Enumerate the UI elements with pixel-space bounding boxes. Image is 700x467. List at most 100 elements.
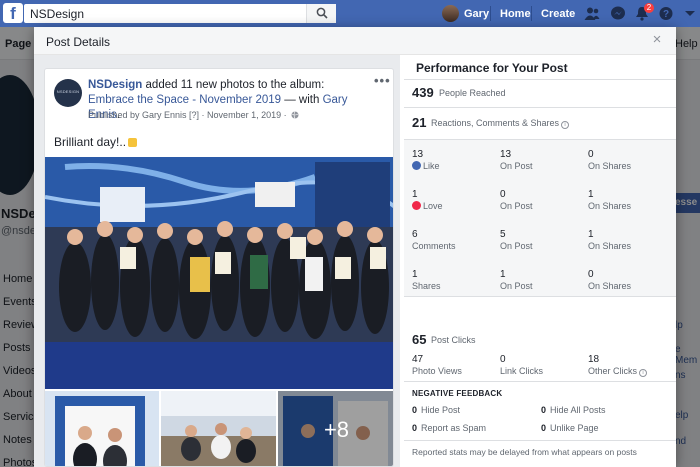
other-clicks-label-text: Other Clicks: [588, 366, 638, 376]
love-label: Love: [412, 201, 443, 211]
messenger-icon[interactable]: [610, 6, 626, 21]
post-clicks-count: 65: [412, 332, 427, 347]
love-on-post-count: 0: [500, 189, 506, 200]
hide-all-posts-count: 0: [541, 405, 547, 415]
home-link[interactable]: Home: [500, 8, 531, 20]
reactions-count: 21: [412, 115, 427, 130]
search-input[interactable]: NSDesign: [24, 4, 336, 23]
thumbnail-illustration: [45, 391, 159, 466]
post-text: Brilliant day!..: [54, 135, 138, 149]
thumbnail-illustration: [161, 391, 276, 466]
info-icon[interactable]: i: [561, 121, 570, 129]
on-post-label: On Post: [500, 281, 533, 291]
like-label-text: Like: [423, 161, 440, 171]
link-clicks-label: Link Clicks: [500, 366, 544, 376]
report-spam-label: Report as Spam: [421, 423, 487, 433]
hide-post-label: Hide Post: [421, 405, 461, 415]
on-shares-label: On Shares: [588, 281, 632, 291]
shares-label: Shares: [412, 281, 441, 291]
create-link[interactable]: Create: [541, 8, 575, 20]
help-icon[interactable]: ?: [658, 6, 674, 21]
on-post-label: On Post: [500, 161, 533, 171]
notification-count-badge: 2: [644, 3, 654, 13]
link-clicks-count: 0: [500, 354, 506, 365]
more-photos-count: +8: [278, 391, 393, 466]
user-avatar[interactable]: [442, 5, 459, 22]
people-reached-count: 439: [412, 85, 434, 100]
like-label: Like: [412, 161, 440, 171]
post-clicks-label: Post Clicks: [431, 335, 476, 345]
unlike-page-stat: 0 Unlike Page: [541, 423, 599, 433]
other-clicks-label: Other Clicks i: [588, 366, 648, 377]
stats-delay-note: Reported stats may be delayed from what …: [412, 447, 637, 457]
love-label-text: Love: [423, 201, 443, 211]
hide-post-stat: 0 Hide Post: [412, 405, 460, 415]
on-shares-label: On Shares: [588, 201, 632, 211]
post-preview-area: NSDESIGN NSDesign added 11 new photos to…: [34, 55, 400, 467]
group-photo[interactable]: [45, 157, 393, 389]
hide-all-posts-stat: 0 Hide All Posts: [541, 405, 606, 415]
on-shares-label: On Shares: [588, 241, 632, 251]
modal-title: Post Details: [46, 35, 111, 49]
profile-link[interactable]: Gary: [464, 8, 489, 20]
like-on-shares-count: 0: [588, 149, 594, 160]
performance-title: Performance for Your Post: [416, 61, 568, 75]
other-clicks-count: 18: [588, 354, 600, 365]
people-reached-label: People Reached: [439, 88, 506, 98]
post-performance-panel: Performance for Your Post 439 People Rea…: [404, 55, 676, 467]
report-spam-count: 0: [412, 423, 418, 433]
photo-views-count: 47: [412, 354, 424, 365]
reactions-label-text: Reactions, Comments & Shares: [431, 118, 560, 128]
hide-all-posts-label: Hide All Posts: [550, 405, 606, 415]
search-value: NSDesign: [30, 7, 85, 21]
like-icon: [412, 161, 421, 170]
post-card: NSDESIGN NSDesign added 11 new photos to…: [44, 68, 394, 467]
report-spam-stat: 0 Report as Spam: [412, 423, 486, 433]
photo-thumbnail[interactable]: [45, 391, 159, 466]
headline-text: added 11 new photos to the album:: [142, 79, 325, 91]
shares-count: 1: [412, 269, 418, 280]
search-button[interactable]: [306, 4, 336, 23]
with-text: — with: [281, 94, 323, 106]
hide-post-count: 0: [412, 405, 418, 415]
unlike-page-count: 0: [541, 423, 547, 433]
comments-on-post-count: 5: [500, 229, 506, 240]
svg-text:?: ?: [663, 9, 669, 20]
photo-thumbnail[interactable]: [161, 391, 276, 466]
divider: [404, 107, 676, 108]
negative-feedback-title: NEGATIVE FEEDBACK: [412, 389, 503, 398]
divider: [490, 6, 491, 21]
love-count: 1: [412, 189, 418, 200]
like-count: 13: [412, 149, 424, 160]
author-link[interactable]: NSDesign: [88, 79, 142, 91]
photo-views-label: Photo Views: [412, 366, 462, 376]
divider: [404, 440, 676, 441]
group-photo-illustration: [45, 157, 393, 389]
published-by: Published by Gary Ennis [?] · November 1…: [88, 110, 287, 120]
love-on-shares-count: 1: [588, 189, 594, 200]
reactions-label: Reactions, Comments & Shares i: [431, 118, 570, 129]
divider: [404, 79, 676, 80]
avatar-logo-text: NSDESIGN: [56, 89, 80, 94]
divider: [531, 6, 532, 21]
friend-requests-icon[interactable]: [584, 6, 600, 21]
close-icon[interactable]: ×: [650, 32, 664, 47]
photo-thumbnail-more[interactable]: +8: [278, 391, 393, 466]
more-options-icon[interactable]: •••: [374, 73, 391, 88]
reactions-breakdown: 13 Like 13 On Post 0 On Shares 1 Love 0 …: [404, 139, 676, 297]
menu-arrow-icon[interactable]: [682, 6, 698, 21]
on-post-label: On Post: [500, 241, 533, 251]
post-details-modal: Post Details × NSDESIGN NSDesign added 1…: [34, 27, 676, 467]
page-avatar[interactable]: NSDESIGN: [54, 79, 82, 107]
divider: [404, 381, 676, 382]
album-link[interactable]: Embrace the Space - November 2019: [88, 94, 281, 106]
love-icon: [412, 201, 421, 210]
comments-label: Comments: [412, 241, 456, 251]
post-meta: Published by Gary Ennis [?] · November 1…: [88, 110, 299, 120]
modal-header: Post Details ×: [34, 27, 676, 55]
facebook-logo-icon[interactable]: f: [3, 3, 23, 23]
comments-on-shares-count: 1: [588, 229, 594, 240]
unlike-page-label: Unlike Page: [550, 423, 599, 433]
comments-count: 6: [412, 229, 418, 240]
info-icon[interactable]: i: [639, 369, 648, 377]
